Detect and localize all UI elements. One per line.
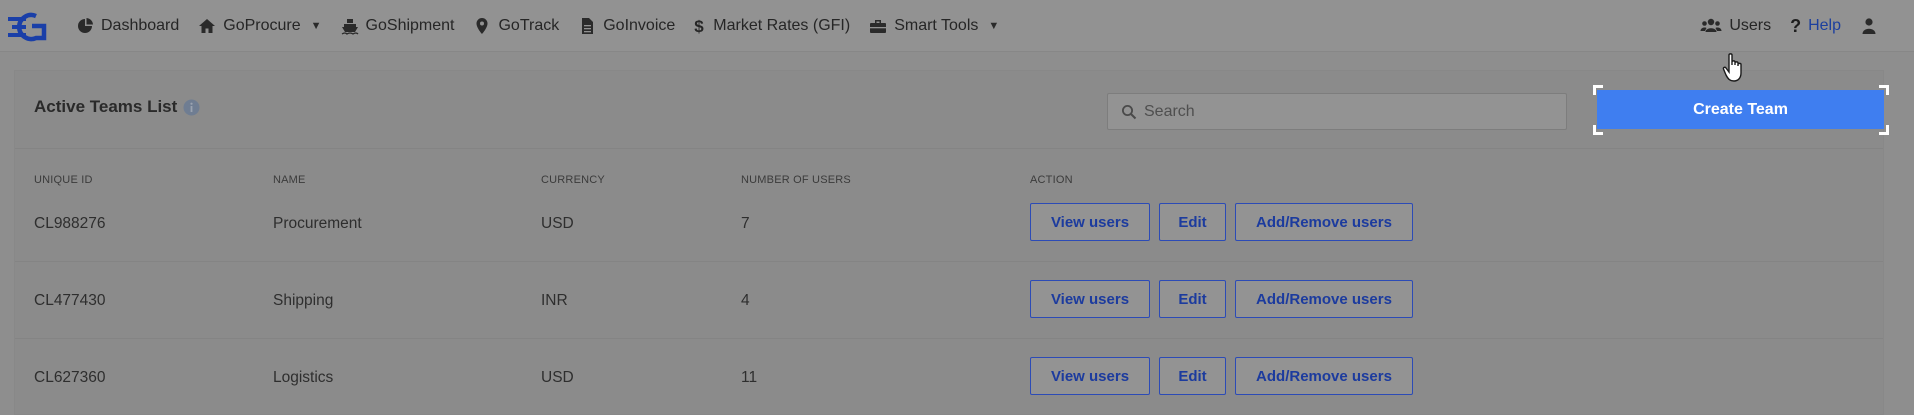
table-row: CL477430 Shipping INR 4 View users Edit … — [15, 263, 1883, 339]
cell-unique-id: CL477430 — [34, 292, 106, 309]
view-users-button[interactable]: View users — [1030, 280, 1150, 318]
nav-smart-tools[interactable]: Smart Tools ▼ — [869, 17, 999, 35]
info-icon[interactable] — [183, 99, 200, 116]
chevron-down-icon: ▼ — [988, 20, 1000, 32]
top-nav: Dashboard GoProcure ▼ GoShipment GoTrack… — [0, 0, 1914, 52]
nav-users[interactable]: Users — [1700, 17, 1771, 35]
home-icon — [199, 19, 216, 33]
edit-button[interactable]: Edit — [1159, 203, 1226, 241]
add-remove-users-button[interactable]: Add/Remove users — [1235, 357, 1413, 395]
nav-goinvoice[interactable]: GoInvoice — [578, 17, 675, 35]
nav-market-rates[interactable]: $ Market Rates (GFI) — [694, 17, 851, 36]
user-icon — [1862, 18, 1876, 34]
users-icon — [1700, 18, 1722, 32]
nav-goinvoice-label: GoInvoice — [603, 17, 676, 34]
nav-goprocure[interactable]: GoProcure ▼ — [198, 17, 322, 35]
map-pin-icon — [476, 18, 488, 34]
nav-dashboard[interactable]: Dashboard — [76, 17, 179, 35]
cell-currency: INR — [541, 292, 568, 309]
table-row: CL627360 Logistics USD 11 View users Edi… — [15, 340, 1883, 415]
column-header-number-of-users: NUMBER OF USERS — [741, 174, 851, 186]
create-team-focus: Create Team — [1581, 85, 1893, 137]
nav-gotrack-label: GoTrack — [498, 17, 560, 34]
view-users-button[interactable]: View users — [1030, 203, 1150, 241]
dashboard-icon — [78, 18, 93, 33]
dollar-icon: $ — [694, 17, 704, 36]
nav-goshipment-label: GoShipment — [365, 17, 455, 34]
cell-name: Procurement — [273, 215, 362, 232]
column-header-unique-id: UNIQUE ID — [34, 174, 93, 186]
panel-title-wrap: Active Teams List — [34, 97, 200, 117]
nav-market-rates-label: Market Rates (GFI) — [713, 17, 851, 34]
teams-panel: Active Teams List Create Team UNIQUE ID … — [14, 70, 1889, 415]
add-remove-users-button[interactable]: Add/Remove users — [1235, 203, 1413, 241]
document-icon — [582, 18, 594, 34]
nav-goprocure-label: GoProcure — [223, 17, 301, 34]
table-row: CL988276 Procurement USD 7 View users Ed… — [15, 186, 1883, 262]
cell-unique-id: CL988276 — [34, 215, 106, 232]
cell-number-of-users: 11 — [741, 369, 758, 386]
cell-number-of-users: 7 — [741, 215, 750, 232]
page-title: Active Teams List — [34, 97, 178, 116]
column-header-name: NAME — [273, 174, 306, 186]
ship-icon — [341, 19, 359, 35]
search-box[interactable] — [1107, 93, 1567, 130]
nav-help-label: Help — [1808, 17, 1841, 34]
cell-name: Logistics — [273, 369, 334, 386]
edit-button[interactable]: Edit — [1159, 280, 1226, 318]
column-header-action: ACTION — [1030, 174, 1073, 186]
user-profile[interactable] — [1860, 17, 1878, 35]
nav-help[interactable]: ? Help — [1790, 16, 1841, 37]
hand-cursor-icon — [1722, 53, 1742, 82]
cell-currency: USD — [541, 369, 574, 386]
search-input[interactable] — [1144, 102, 1544, 121]
nav-users-label: Users — [1729, 17, 1772, 34]
nav-dashboard-label: Dashboard — [101, 17, 180, 34]
cell-name: Shipping — [273, 292, 334, 309]
view-users-button[interactable]: View users — [1030, 357, 1150, 395]
nav-goshipment[interactable]: GoShipment — [341, 17, 455, 35]
search-icon — [1122, 104, 1137, 119]
column-header-currency: CURRENCY — [541, 174, 605, 186]
nav-gotrack[interactable]: GoTrack — [473, 17, 559, 35]
create-team-button[interactable]: Create Team — [1597, 90, 1884, 129]
cell-unique-id: CL627360 — [34, 369, 106, 386]
cell-currency: USD — [541, 215, 574, 232]
nav-smart-tools-label: Smart Tools — [894, 17, 979, 34]
cell-number-of-users: 4 — [741, 292, 750, 309]
toolbox-icon — [870, 20, 887, 33]
brand-logo[interactable] — [6, 12, 56, 42]
panel-header: Active Teams List Create Team — [15, 71, 1889, 149]
add-remove-users-button[interactable]: Add/Remove users — [1235, 280, 1413, 318]
edit-button[interactable]: Edit — [1159, 357, 1226, 395]
help-icon: ? — [1790, 15, 1802, 36]
chevron-down-icon: ▼ — [310, 20, 322, 32]
